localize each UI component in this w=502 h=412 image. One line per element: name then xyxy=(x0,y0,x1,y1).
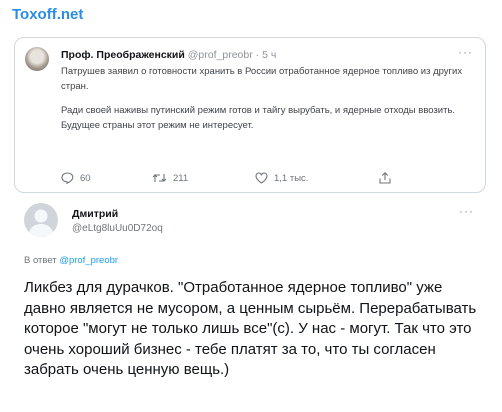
quoted-author-avatar[interactable] xyxy=(25,47,49,71)
reply-author-name[interactable]: Дмитрий xyxy=(72,208,118,220)
like-action[interactable]: 1,1 тыс. xyxy=(255,172,308,184)
share-action[interactable] xyxy=(379,172,391,184)
quoted-more-icon[interactable]: ··· xyxy=(458,45,473,59)
reply-tweet[interactable]: Дмитрий @eLtg8luUu0D72oq ··· В ответ @pr… xyxy=(14,196,486,410)
reply-to-prefix: В ответ xyxy=(24,255,57,266)
quoted-paragraph-2-line-1: Ради своей наживы путинский режим готов … xyxy=(61,105,456,116)
quoted-paragraph-2-line-2: Будущее страны этот режим не интересует. xyxy=(61,119,254,131)
reply-icon xyxy=(61,172,74,184)
quoted-paragraph-1: Патрушев заявил о готовности хранить в Р… xyxy=(61,66,463,92)
quoted-tweet-actions: 60 211 1,1 тыс. xyxy=(61,172,421,186)
channel-title[interactable]: Toxoff.net xyxy=(12,6,83,23)
reply-author-avatar[interactable] xyxy=(24,203,58,237)
meta-separator: · xyxy=(255,49,260,61)
like-count: 1,1 тыс. xyxy=(274,172,309,184)
quoted-author-handle[interactable]: @prof_preobr xyxy=(188,49,253,61)
reply-more-icon[interactable]: ··· xyxy=(459,204,474,218)
retweet-count: 211 xyxy=(173,172,189,184)
default-avatar-icon xyxy=(28,209,54,237)
quoted-tweet-body: Патрушев заявил о готовности хранить в Р… xyxy=(61,65,471,133)
reply-count: 60 xyxy=(80,172,91,184)
reply-author-handle[interactable]: @eLtg8luUu0D72oq xyxy=(72,223,163,234)
reply-tweet-text: Ликбез для дурачков. "Отработанное ядерн… xyxy=(24,279,477,378)
like-icon xyxy=(255,172,268,184)
retweet-action[interactable]: 211 xyxy=(152,172,188,184)
quoted-author-name[interactable]: Проф. Преображенский xyxy=(61,49,185,61)
quoted-tweet-time[interactable]: 5 ч xyxy=(262,49,276,61)
reply-action[interactable]: 60 xyxy=(61,172,91,184)
quoted-tweet-header: Проф. Преображенский @prof_preobr · 5 ч xyxy=(61,49,276,61)
reply-to-line: В ответ @prof_preobr xyxy=(24,255,118,266)
share-icon xyxy=(379,172,391,184)
quoted-tweet[interactable]: Проф. Преображенский @prof_preobr · 5 ч … xyxy=(14,37,486,193)
retweet-icon xyxy=(152,174,167,182)
reply-to-handle-link[interactable]: @prof_preobr xyxy=(59,255,118,266)
